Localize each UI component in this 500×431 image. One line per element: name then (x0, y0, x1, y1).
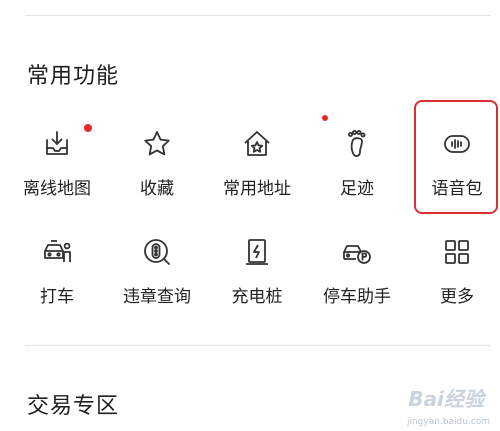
feature-taxi[interactable]: 打车 (9, 236, 105, 316)
footprint-icon (341, 128, 373, 160)
watermark-url: jingyan.baidu.com (406, 417, 490, 427)
feature-violation-query[interactable]: 违章查询 (109, 236, 205, 316)
section-title-trade: 交易专区 (27, 394, 120, 419)
charging-pile-icon (241, 236, 273, 268)
highlight-frame (414, 100, 498, 214)
feature-common-address[interactable]: 常用地址 (209, 128, 305, 208)
feature-label: 停车助手 (323, 287, 391, 307)
section-title-common: 常用功能 (27, 64, 120, 89)
top-divider (25, 15, 491, 16)
watermark-logo: Bai经验 (408, 387, 484, 411)
feature-footprint[interactable]: 足迹 (309, 128, 405, 208)
car-parking-icon (341, 236, 373, 268)
notification-badge (322, 115, 328, 121)
feature-more[interactable]: 更多 (409, 236, 500, 316)
feature-offline-map[interactable]: 离线地图 (9, 128, 105, 208)
download-tray-icon (41, 128, 73, 160)
traffic-light-search-icon (141, 236, 173, 268)
feature-label: 打车 (40, 287, 74, 307)
star-icon (141, 128, 173, 160)
feature-favorites[interactable]: 收藏 (109, 128, 205, 208)
feature-label: 常用地址 (223, 179, 291, 199)
section-divider (25, 345, 491, 346)
home-star-icon (241, 128, 273, 160)
taxi-person-icon (41, 236, 73, 268)
watermark: Bai经验 jingyan.baidu.com (380, 383, 490, 427)
feature-label: 违章查询 (123, 287, 191, 307)
feature-charging-pile[interactable]: 充电桩 (209, 236, 305, 316)
feature-label: 足迹 (340, 179, 374, 199)
feature-label: 离线地图 (23, 179, 91, 199)
feature-label: 收藏 (140, 179, 174, 199)
grid-more-icon (441, 236, 473, 268)
notification-badge (84, 124, 92, 132)
feature-parking-assistant[interactable]: 停车助手 (309, 236, 405, 316)
feature-label: 更多 (440, 287, 474, 307)
feature-label: 充电桩 (231, 287, 283, 307)
